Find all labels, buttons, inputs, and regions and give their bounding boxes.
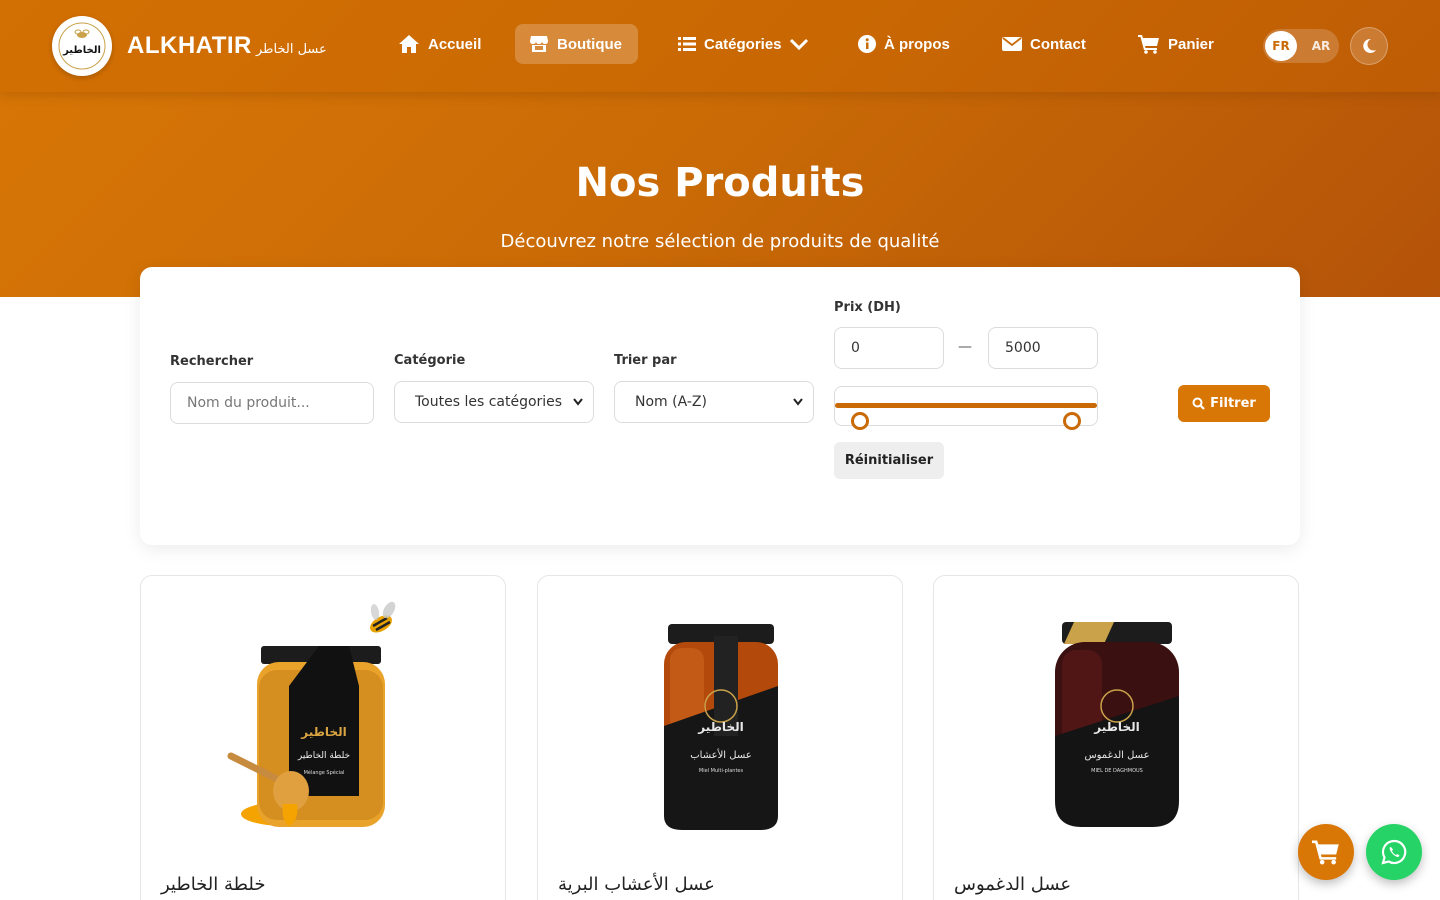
list-icon — [678, 37, 696, 51]
price-max-input[interactable]: 5000 — [988, 327, 1098, 369]
floating-cart-button[interactable] — [1298, 824, 1354, 880]
nav-label: À propos — [884, 35, 950, 53]
moon-icon — [1363, 38, 1376, 53]
filter-panel: Rechercher Nom du produit... Catégorie T… — [140, 267, 1300, 545]
search-input[interactable]: Nom du produit... — [170, 382, 374, 424]
nav-label: Panier — [1168, 35, 1214, 53]
sort-label: Trier par — [614, 353, 677, 368]
price-label: Prix (DH) — [834, 300, 901, 315]
lang-fr-button[interactable]: FR — [1265, 31, 1297, 61]
nav-label: Boutique — [557, 35, 622, 53]
product-image[interactable]: الخاطير عسل الأعشاب Miel Multi-plantes — [538, 586, 903, 856]
bee-icon — [370, 601, 396, 633]
category-label: Catégorie — [394, 353, 466, 368]
home-icon — [399, 35, 419, 53]
svg-text:Miel Multi-plantes: Miel Multi-plantes — [699, 768, 744, 774]
store-icon — [530, 36, 548, 52]
product-card[interactable]: الخاطير خلطة الخاطير Mélange Spécial خلط… — [140, 575, 506, 900]
nav-apropos[interactable]: À propos — [844, 24, 964, 64]
svg-text:الخاطير: الخاطير — [1093, 720, 1139, 734]
price-separator: — — [958, 339, 972, 355]
search-label: Rechercher — [170, 354, 254, 369]
cart-icon — [1312, 840, 1339, 865]
whatsapp-button[interactable] — [1366, 824, 1422, 880]
envelope-icon — [1002, 37, 1022, 51]
whatsapp-icon — [1381, 839, 1407, 865]
product-card[interactable]: الخاطير عسل الأعشاب Miel Multi-plantes ع… — [537, 575, 903, 900]
svg-text:الخاطير: الخاطير — [697, 720, 743, 734]
svg-text:عسل الدغموس: عسل الدغموس — [1084, 750, 1149, 761]
price-min-input[interactable]: 0 — [834, 327, 944, 369]
theme-toggle-button[interactable] — [1350, 27, 1388, 65]
category-select-value: Toutes les catégories — [415, 394, 563, 410]
filter-button-label: Filtrer — [1210, 396, 1256, 411]
price-range-handle-max[interactable] — [1063, 412, 1081, 430]
page-title: Nos Produits — [575, 160, 865, 206]
logo[interactable]: الخاطير — [52, 16, 112, 76]
language-switcher: FR AR — [1263, 29, 1339, 63]
svg-text:الخاطير: الخاطير — [62, 45, 101, 56]
nav-contact[interactable]: Contact — [988, 24, 1100, 64]
nav-accueil[interactable]: Accueil — [384, 24, 495, 64]
svg-text:MIEL DE DAGHMOUS: MIEL DE DAGHMOUS — [1091, 768, 1143, 774]
product-image[interactable]: الخاطير عسل الدغموس MIEL DE DAGHMOUS — [934, 586, 1299, 856]
product-name[interactable]: خلطة الخاطير — [161, 874, 266, 895]
price-range-slider[interactable] — [834, 386, 1098, 426]
category-select[interactable]: Toutes les catégories — [394, 381, 594, 423]
svg-text:Mélange Spécial: Mélange Spécial — [304, 769, 345, 776]
filter-button[interactable]: Filtrer — [1178, 385, 1270, 422]
nav-categories[interactable]: Catégories — [664, 24, 822, 64]
search-icon — [1192, 397, 1205, 410]
reset-button[interactable]: Réinitialiser — [834, 442, 944, 479]
product-name[interactable]: عسل الأعشاب البرية — [558, 874, 715, 895]
cart-icon — [1138, 35, 1159, 54]
chevron-down-icon — [789, 38, 808, 50]
price-range-track — [835, 403, 1097, 408]
product-card[interactable]: الخاطير عسل الدغموس MIEL DE DAGHMOUS عسل… — [933, 575, 1299, 900]
brand-name[interactable]: ALKHATIR — [127, 32, 252, 60]
nav-label: Accueil — [428, 35, 482, 53]
nav-label: Catégories — [704, 35, 782, 53]
price-range-handle-min[interactable] — [851, 412, 869, 430]
sort-select[interactable]: Nom (A-Z) — [614, 381, 814, 423]
chevron-down-icon — [573, 398, 583, 406]
brand-name-ar: عسل الخاطر — [256, 42, 327, 57]
product-name[interactable]: عسل الدغموس — [954, 874, 1071, 895]
nav-boutique[interactable]: Boutique — [515, 24, 638, 64]
svg-text:خلطة الخاطير: خلطة الخاطير — [297, 751, 350, 761]
svg-text:الخاطير: الخاطير — [300, 725, 346, 739]
sort-select-value: Nom (A-Z) — [635, 394, 707, 410]
info-icon — [858, 35, 876, 53]
product-image[interactable]: الخاطير خلطة الخاطير Mélange Spécial — [141, 586, 506, 856]
navbar: الخاطير ALKHATIR عسل الخاطر Accueil Bout… — [0, 0, 1440, 92]
nav-label: Contact — [1030, 35, 1086, 53]
nav-panier[interactable]: Panier — [1124, 24, 1228, 64]
logo-icon: الخاطير — [58, 22, 106, 70]
page-subtitle: Découvrez notre sélection de produits de… — [500, 231, 940, 252]
chevron-down-icon — [793, 398, 803, 406]
svg-text:عسل الأعشاب: عسل الأعشاب — [690, 748, 751, 761]
lang-ar-button[interactable]: AR — [1307, 31, 1335, 61]
